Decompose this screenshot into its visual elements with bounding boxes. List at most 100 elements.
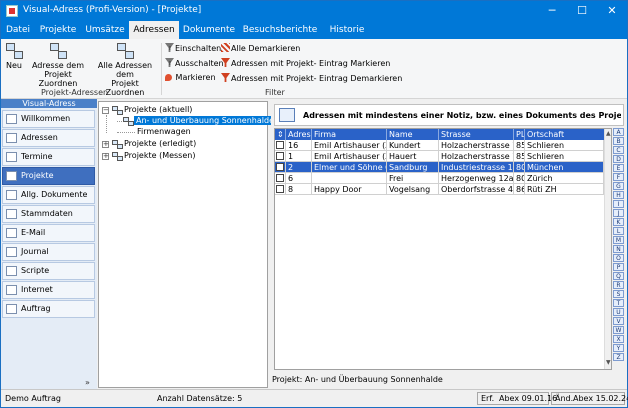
tree-node-sonnenhalde[interactable]: An- und Überbauung Sonnenhalde: [134, 116, 276, 125]
menu-adressen[interactable]: Adressen: [129, 21, 179, 39]
menu-datei[interactable]: Datei: [1, 21, 35, 39]
alpha-button[interactable]: C: [613, 146, 624, 154]
scroll-down-icon[interactable]: ▼: [606, 359, 611, 366]
sidebar-item-adressen[interactable]: Adressen: [2, 129, 95, 147]
row-checkbox[interactable]: [276, 141, 284, 149]
minimize-button[interactable]: ─: [537, 1, 567, 21]
cell-name: Frei: [387, 173, 439, 184]
grid-scrollbar[interactable]: ▲ ▼: [604, 129, 611, 369]
close-button[interactable]: ✕: [597, 1, 627, 21]
alpha-button[interactable]: N: [613, 245, 624, 253]
journal-icon: [6, 247, 17, 257]
cell-firma: Elmer und Söhne Gr: [312, 162, 387, 173]
tree-node-erledigt[interactable]: Projekte (erledigt): [124, 139, 196, 148]
sidebar-item-projekte[interactable]: Projekte: [2, 167, 95, 185]
expand-toggle[interactable]: +: [102, 153, 109, 160]
column-header-strasse[interactable]: Strasse: [439, 129, 514, 140]
sidebar-item-label: Scripte: [21, 266, 50, 275]
sidebar-item-journal[interactable]: Journal: [2, 243, 95, 261]
scroll-up-icon[interactable]: ▲: [606, 130, 611, 137]
alpha-button[interactable]: E: [613, 164, 624, 172]
maximize-button[interactable]: ☐: [567, 1, 597, 21]
alpha-button[interactable]: S: [613, 290, 624, 298]
alpha-button[interactable]: B: [613, 137, 624, 145]
alpha-button[interactable]: G: [613, 182, 624, 190]
alpha-button[interactable]: D: [613, 155, 624, 163]
column-header-firma[interactable]: Firma: [312, 129, 387, 140]
alpha-button[interactable]: L: [613, 227, 624, 235]
menu-bar: Datei Projekte Umsätze Adressen Dokument…: [1, 21, 627, 39]
mit-eintrag-markieren-button[interactable]: Adressen mit Projekt- Eintrag Markieren: [221, 58, 390, 68]
alpha-button[interactable]: I: [613, 200, 624, 208]
menu-historie[interactable]: Historie: [321, 21, 373, 39]
alpha-button[interactable]: H: [613, 191, 624, 199]
alpha-button[interactable]: T: [613, 299, 624, 307]
alle-demarkieren-button[interactable]: Alle Demarkieren: [221, 43, 300, 53]
sidebar-item-auftrag[interactable]: Auftrag: [2, 300, 95, 318]
info-text: Adressen mit mindestens einer Notiz, bzw…: [303, 111, 621, 120]
filter-off-icon: [165, 58, 174, 67]
sidebar-item-termine[interactable]: Termine: [2, 148, 95, 166]
menu-umsaetze[interactable]: Umsätze: [81, 21, 129, 39]
row-checkbox[interactable]: [276, 163, 284, 171]
tree-node-aktuell[interactable]: Projekte (aktuell): [124, 105, 192, 114]
filter-unmark-icon: [221, 73, 230, 82]
project-tree: − Projekte (aktuell) An- und Überbauung …: [98, 101, 276, 388]
menu-dokumente[interactable]: Dokumente: [179, 21, 239, 39]
alpha-button[interactable]: P: [613, 263, 624, 271]
column-header-name[interactable]: Name: [387, 129, 439, 140]
alpha-button[interactable]: J: [613, 209, 624, 217]
adresse-zuordnen-button[interactable]: Adresse dem Projekt Zuordnen: [27, 43, 89, 88]
sidebar-header: Visual-Adress: [1, 99, 97, 108]
alpha-button[interactable]: R: [613, 281, 624, 289]
alpha-button[interactable]: Q: [613, 272, 624, 280]
alpha-button[interactable]: U: [613, 308, 624, 316]
project-footer-label: Projekt: An- und Überbauung Sonnenhalde: [272, 375, 443, 384]
status-bar: Demo Auftrag Anzahl Datensätze: 5 Erf. A…: [1, 389, 628, 407]
cell-plz: 80: [514, 162, 525, 173]
sidebar-item-stammdaten[interactable]: Stammdaten: [2, 205, 95, 223]
row-checkbox[interactable]: [276, 185, 284, 193]
menu-projekte[interactable]: Projekte: [35, 21, 81, 39]
sidebar-item-email[interactable]: E-Mail: [2, 224, 95, 242]
sidebar-item-dokumente[interactable]: Allg. Dokumente: [2, 186, 95, 204]
ausschalten-button[interactable]: Ausschalten: [165, 58, 224, 68]
row-checkbox-cell: [275, 140, 286, 151]
row-checkbox[interactable]: [276, 152, 284, 160]
alpha-button[interactable]: Y: [613, 344, 624, 352]
row-checkbox-cell: [275, 184, 286, 195]
neu-button[interactable]: Neu: [3, 43, 25, 70]
row-checkbox[interactable]: [276, 174, 284, 182]
filter-mark-icon: [221, 58, 230, 67]
cell-strasse: Oberdorfstrasse 45: [439, 184, 514, 195]
alpha-button[interactable]: K: [613, 218, 624, 226]
tree-node-firmenwagen[interactable]: Firmenwagen: [137, 127, 191, 136]
mit-eintrag-demarkieren-button[interactable]: Adressen mit Projekt- Eintrag Demarkiere…: [221, 73, 402, 83]
column-header-plz[interactable]: PL: [514, 129, 525, 140]
alpha-button[interactable]: F: [613, 173, 624, 181]
alpha-button[interactable]: X: [613, 335, 624, 343]
cell-strasse: Holzacherstrasse 77: [439, 140, 514, 151]
alpha-button[interactable]: W: [613, 326, 624, 334]
sidebar-item-scripte[interactable]: Scripte: [2, 262, 95, 280]
alpha-button[interactable]: O: [613, 254, 624, 262]
menu-besuchsberichte[interactable]: Besuchsberichte: [239, 21, 321, 39]
cell-ortschaft: Schlieren: [525, 140, 604, 151]
expand-toggle[interactable]: +: [102, 141, 109, 148]
sidebar-item-internet[interactable]: Internet: [2, 281, 95, 299]
tree-node-messen[interactable]: Projekte (Messen): [124, 151, 195, 160]
einschalten-button[interactable]: Einschalten: [165, 43, 221, 53]
project-group-icon: [112, 106, 123, 115]
sidebar-item-willkommen[interactable]: Willkommen: [2, 110, 95, 128]
cell-adress: 2: [286, 162, 312, 173]
markieren-button[interactable]: Markieren: [165, 73, 216, 82]
collapse-toggle[interactable]: −: [102, 107, 109, 114]
collapse-sidebar-icon[interactable]: »: [85, 378, 90, 387]
column-header-adress[interactable]: Adress: [286, 129, 312, 140]
project-icon: [123, 117, 134, 126]
alpha-button[interactable]: Z: [613, 353, 624, 361]
column-header-ortschaft[interactable]: Ortschaft: [525, 129, 605, 140]
alpha-button[interactable]: M: [613, 236, 624, 244]
alpha-button[interactable]: A: [613, 128, 624, 136]
alpha-button[interactable]: V: [613, 317, 624, 325]
